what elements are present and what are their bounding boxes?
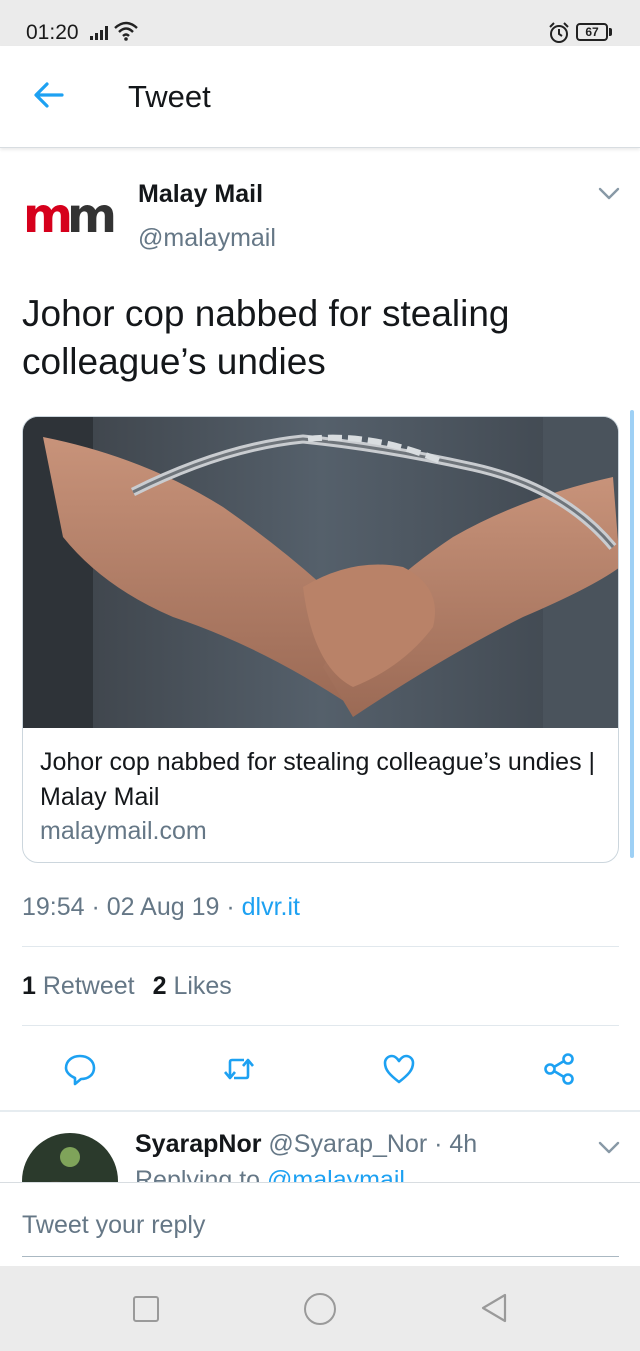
page-title: Tweet: [128, 79, 211, 114]
likes-label: Likes: [173, 972, 232, 1000]
back-arrow-icon[interactable]: [32, 78, 66, 112]
retweets-count: 1: [22, 972, 36, 1000]
battery-icon: 67: [576, 23, 612, 41]
reply-age: 4h: [449, 1130, 478, 1158]
app-header: Tweet: [0, 46, 640, 148]
signal-icon: [90, 26, 108, 40]
compose-bar: Tweet your reply: [0, 1182, 640, 1266]
tweet-source-link[interactable]: dlvr.it: [242, 893, 300, 921]
retweet-icon[interactable]: [222, 1052, 256, 1086]
reply-icon[interactable]: [63, 1052, 97, 1086]
battery-tip: [609, 28, 612, 36]
wifi-icon: [114, 21, 138, 41]
handcuffs-photo: [23, 417, 618, 728]
reply-input[interactable]: Tweet your reply: [22, 1211, 205, 1240]
tweet-text: Johor cop nabbed for stealing colleague’…: [22, 293, 510, 382]
chevron-down-icon[interactable]: [598, 186, 620, 202]
card-title: Johor cop nabbed for stealing colleague’…: [40, 748, 596, 811]
likes-stat[interactable]: 2 Likes: [153, 972, 232, 1000]
likes-count: 2: [152, 972, 167, 1000]
tweet-date: 02 Aug 19: [106, 893, 220, 921]
nav-recents-icon[interactable]: [133, 1296, 159, 1322]
author-handle[interactable]: @malaymail: [138, 224, 276, 253]
author-avatar[interactable]: mm: [20, 170, 117, 266]
author-name[interactable]: Malay Mail: [138, 180, 263, 209]
tweet-time: 19:54: [22, 893, 85, 921]
malaymail-logo: mm: [23, 188, 117, 244]
chevron-down-icon[interactable]: [598, 1140, 620, 1156]
reply-author-name[interactable]: SyarapNor: [135, 1130, 261, 1158]
card-domain: malaymail.com: [40, 817, 207, 845]
retweets-label: Retweet: [42, 972, 135, 1000]
system-nav-bar: [0, 1266, 640, 1351]
reply-header: SyarapNor @Syarap_Nor · 4h: [135, 1130, 478, 1158]
tweet-timestamp: 19:54 · 02 Aug 19 · dlvr.it: [22, 893, 300, 921]
share-icon[interactable]: [542, 1052, 576, 1086]
divider: [22, 1025, 619, 1026]
link-card[interactable]: Johor cop nabbed for stealing colleague’…: [22, 416, 619, 863]
section-divider: [0, 1110, 640, 1112]
nav-back-icon[interactable]: [478, 1292, 510, 1324]
status-time: 01:20: [26, 21, 79, 44]
input-underline: [22, 1256, 619, 1257]
reply-author-handle[interactable]: @Syarap_Nor: [268, 1130, 427, 1158]
scrollbar[interactable]: [630, 410, 634, 858]
nav-home-icon[interactable]: [304, 1293, 336, 1325]
battery-level: 67: [576, 23, 608, 41]
status-bar: 01:20 67: [0, 0, 640, 46]
retweets-stat[interactable]: 1 Retweet: [22, 972, 135, 1000]
divider: [22, 946, 619, 947]
tweet-stats: 1 Retweet 2 Likes: [22, 972, 232, 1001]
like-icon[interactable]: [382, 1052, 416, 1086]
alarm-icon: [549, 22, 569, 43]
